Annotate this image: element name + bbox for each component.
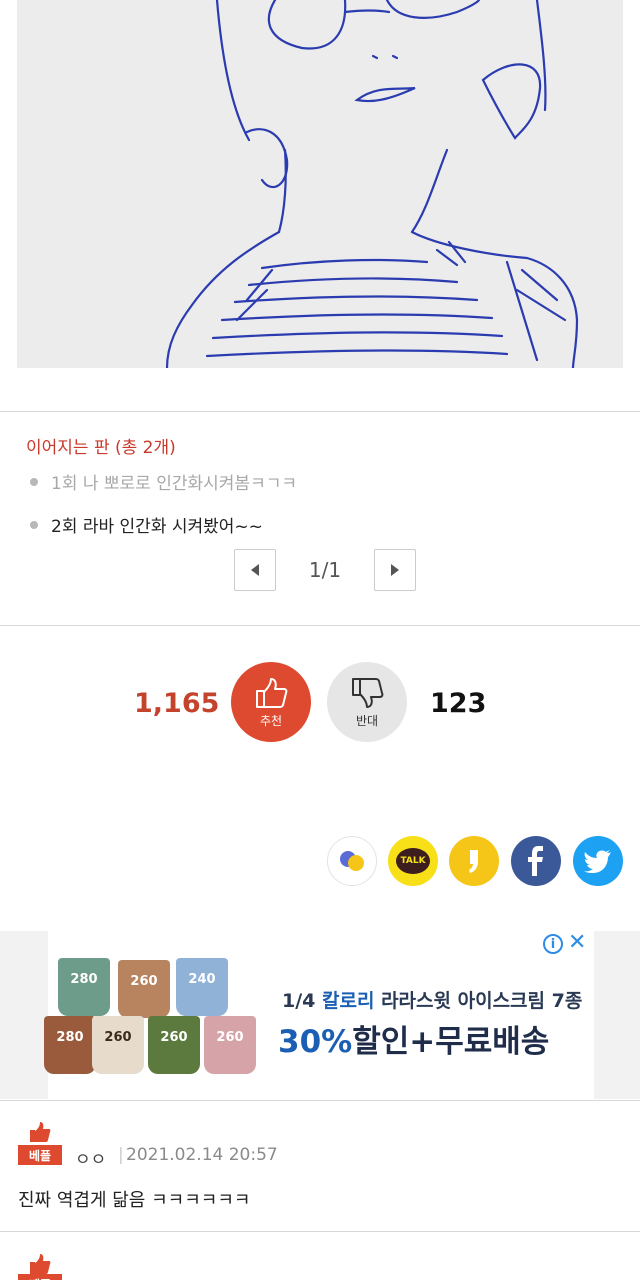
pager-next-button[interactable] xyxy=(374,549,416,591)
pager-indicator: 1/1 xyxy=(308,558,342,582)
best-thumbs-up-icon xyxy=(30,1254,51,1274)
kakaotalk-icon: TALK xyxy=(396,848,430,874)
share-facebook-button[interactable] xyxy=(511,836,561,886)
series-pager: 1/1 xyxy=(234,549,416,591)
comment-username[interactable]: ㅇㅇ xyxy=(75,1145,106,1170)
best-thumbs-up-icon xyxy=(30,1122,51,1142)
ice-cream-cup-image: 240 xyxy=(176,958,228,1016)
upvote-button[interactable]: 추천 xyxy=(231,662,311,742)
upvote-count: 1,165 xyxy=(134,688,220,719)
comment-date: 2021.02.14 20:57 xyxy=(126,1145,278,1165)
facebook-icon xyxy=(528,846,543,876)
ice-cream-cup-image: 260 xyxy=(204,1016,256,1074)
pager-prev-button[interactable] xyxy=(234,549,276,591)
section-divider xyxy=(0,411,640,412)
downvote-label: 반대 xyxy=(355,713,379,728)
post-image-drawing xyxy=(17,0,623,368)
best-comment-badge: 베플 xyxy=(18,1145,62,1165)
downvote-button[interactable]: 반대 xyxy=(327,662,407,742)
share-band-button[interactable] xyxy=(449,836,499,886)
series-title: 이어지는 판 (총 2개) xyxy=(26,438,176,458)
thumbs-up-icon xyxy=(256,677,288,708)
series-item-label: 2회 라바 인간화 시켜봤어~~ xyxy=(51,517,263,537)
best-comment-badge: 베플 xyxy=(18,1274,62,1280)
twitter-bird-icon xyxy=(584,850,611,873)
upvote-label: 추천 xyxy=(259,713,283,728)
ad-close-icon[interactable]: ✕ xyxy=(568,930,586,955)
series-item-2[interactable]: 2회 라바 인간화 시켜봤어~~ xyxy=(30,512,263,537)
triangle-right-icon xyxy=(391,564,399,576)
ice-cream-cup-image: 280 xyxy=(58,958,110,1016)
bullet-icon xyxy=(30,477,38,486)
downvote-count: 123 xyxy=(430,688,487,719)
section-divider xyxy=(0,1100,640,1101)
ice-cream-cup-image: 260 xyxy=(92,1016,144,1074)
ice-cream-cup-image: 260 xyxy=(148,1016,200,1074)
share-twitter-button[interactable] xyxy=(573,836,623,886)
ad-info-icon[interactable]: i xyxy=(543,934,563,954)
ice-cream-cup-image: 280 xyxy=(44,1016,96,1074)
series-item-1[interactable]: 1회 나 뽀로로 인간화시켜봄ㅋㄱㅋ xyxy=(30,469,297,494)
ice-cream-cup-image: 260 xyxy=(118,960,170,1018)
bullet-icon xyxy=(30,520,38,529)
comma-icon xyxy=(469,850,478,873)
hand-drawn-portrait-image xyxy=(165,0,579,368)
triangle-left-icon xyxy=(251,564,259,576)
section-divider xyxy=(0,1231,640,1232)
comment-separator: | xyxy=(118,1145,124,1165)
comment-text: 진짜 역겹게 닮음 ㅋㅋㅋㅋㅋㅋ xyxy=(18,1190,251,1211)
kakaostory-icon xyxy=(340,851,364,871)
share-kakaostory-button[interactable] xyxy=(327,836,377,886)
ad-offer: 30%할인+무료배송 xyxy=(278,1024,550,1060)
section-divider xyxy=(0,625,640,626)
thumbs-down-icon xyxy=(352,677,384,708)
share-kakaotalk-button[interactable]: TALK xyxy=(388,836,438,886)
series-item-label: 1회 나 뽀로로 인간화시켜봄ㅋㄱㅋ xyxy=(51,474,297,494)
ad-headline: 1/4 칼로리 라라스윗 아이스크림 7종 xyxy=(282,990,583,1012)
